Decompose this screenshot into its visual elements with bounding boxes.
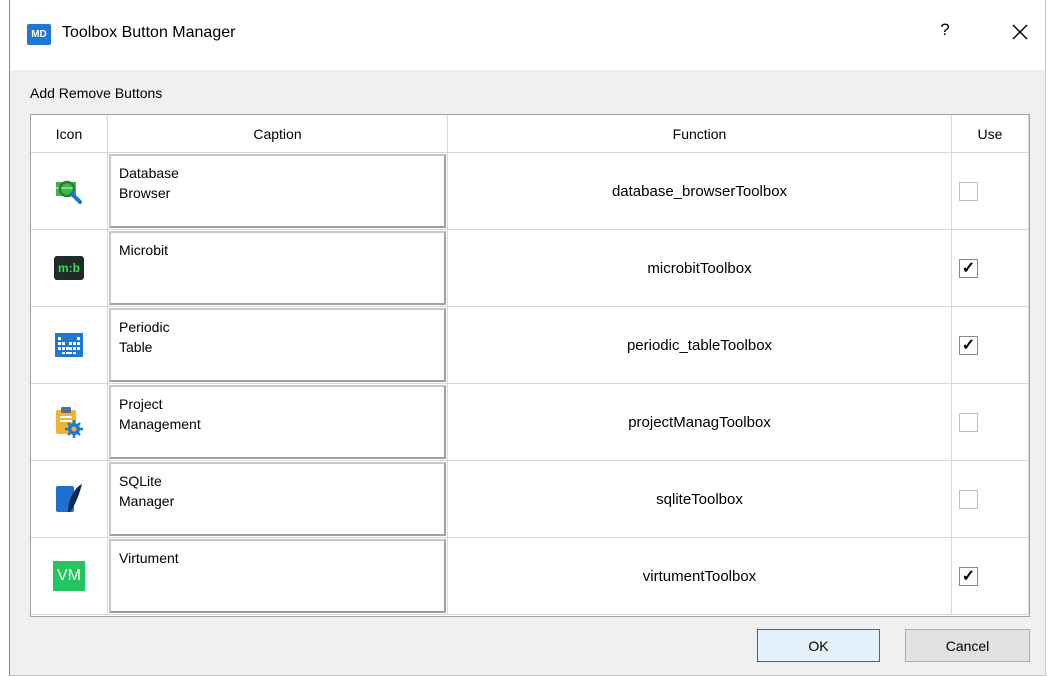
- periodic-table-icon: [55, 333, 83, 357]
- use-checkbox[interactable]: ✓: [959, 258, 978, 278]
- use-checkbox[interactable]: [959, 181, 978, 201]
- caption-field[interactable]: Periodic Table: [109, 308, 446, 382]
- table-row[interactable]: Periodic Table periodic_tableToolbox ✓: [31, 307, 1029, 384]
- caption-field[interactable]: Database Browser: [109, 154, 446, 228]
- close-button[interactable]: [1005, 15, 1035, 49]
- dialog-window: MD Toolbox Button Manager ? Add Remove B…: [9, 0, 1046, 676]
- title-bar: MD Toolbox Button Manager ?: [10, 0, 1045, 70]
- ok-button[interactable]: OK: [757, 629, 880, 662]
- function-cell: microbitToolbox: [448, 230, 952, 307]
- window-title: Toolbox Button Manager: [62, 24, 236, 41]
- project-management-icon: [56, 407, 83, 438]
- caption-field[interactable]: Virtument: [109, 539, 446, 613]
- table-row[interactable]: SQLite Manager sqliteToolbox: [31, 461, 1029, 538]
- database-browser-icon: [56, 180, 82, 204]
- virtument-icon: VM: [53, 561, 85, 591]
- help-button[interactable]: ?: [935, 20, 955, 44]
- sqlite-manager-icon: [56, 484, 82, 512]
- function-cell: periodic_tableToolbox: [448, 307, 952, 384]
- column-header-caption[interactable]: Caption: [108, 115, 448, 153]
- table-row[interactable]: VM Virtument virtumentToolbox ✓: [31, 538, 1029, 615]
- function-cell: sqliteToolbox: [448, 461, 952, 538]
- caption-field[interactable]: Project Management: [109, 385, 446, 459]
- caption-field[interactable]: SQLite Manager: [109, 462, 446, 536]
- use-checkbox[interactable]: ✓: [959, 566, 978, 586]
- table-row[interactable]: m:b Microbit microbitToolbox ✓: [31, 230, 1029, 307]
- column-header-function[interactable]: Function: [448, 115, 952, 153]
- microbit-icon: m:b: [54, 256, 84, 280]
- buttons-table: Icon Caption Function Use Database Brows…: [30, 114, 1030, 617]
- app-icon: MD: [27, 24, 51, 45]
- function-cell: database_browserToolbox: [448, 153, 952, 230]
- use-checkbox[interactable]: [959, 412, 978, 432]
- function-cell: virtumentToolbox: [448, 538, 952, 615]
- use-checkbox[interactable]: ✓: [959, 335, 978, 355]
- function-cell: projectManagToolbox: [448, 384, 952, 461]
- column-header-icon[interactable]: Icon: [31, 115, 108, 153]
- close-icon: [1012, 24, 1028, 40]
- group-label: Add Remove Buttons: [30, 85, 163, 101]
- table-row[interactable]: Database Browser database_browserToolbox: [31, 153, 1029, 230]
- column-header-use[interactable]: Use: [952, 115, 1029, 153]
- cancel-button[interactable]: Cancel: [905, 629, 1030, 662]
- caption-field[interactable]: Microbit: [109, 231, 446, 305]
- table-row[interactable]: Project Management projectManagToolbox: [31, 384, 1029, 461]
- use-checkbox[interactable]: [959, 489, 978, 509]
